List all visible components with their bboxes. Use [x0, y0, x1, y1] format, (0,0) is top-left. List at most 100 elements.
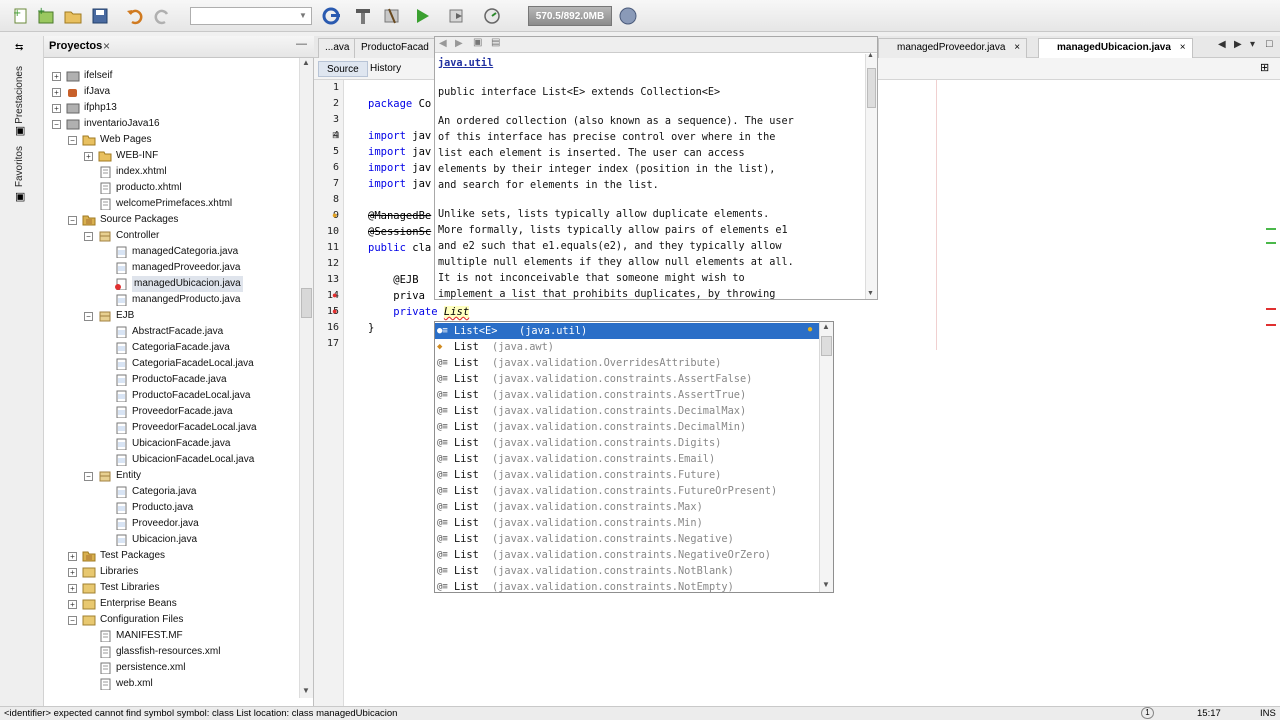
completion-item[interactable]: ●≡ List<E> (java.util): [435, 323, 821, 339]
scroll-down-icon[interactable]: ▼: [822, 580, 830, 589]
collapse-icon[interactable]: −: [52, 120, 61, 129]
expand-icon[interactable]: +: [52, 88, 61, 97]
completion-scrollbar[interactable]: ▲ ▼: [819, 322, 833, 592]
insert-mode[interactable]: INS: [1260, 707, 1276, 720]
completion-item[interactable]: @≡ List (javax.validation.constraints.Futu…: [435, 483, 821, 499]
expand-icon[interactable]: +: [84, 152, 93, 161]
gc-icon[interactable]: [617, 5, 639, 27]
tree-item[interactable]: producto.xhtml: [44, 180, 298, 196]
expand-icon[interactable]: +: [68, 584, 77, 593]
error-icon[interactable]: ●: [332, 290, 337, 300]
code-line[interactable]: package Co: [368, 98, 431, 110]
completion-item[interactable]: @≡ List (javax.validation.constraints.Max): [435, 499, 821, 515]
services-icon[interactable]: ⇆: [15, 42, 23, 53]
close-icon[interactable]: ×: [1180, 42, 1186, 53]
collapse-icon[interactable]: −: [84, 312, 93, 321]
history-button[interactable]: History: [362, 61, 409, 77]
javadoc-scrollbar[interactable]: ▲ ▼: [865, 52, 877, 299]
scroll-up-icon[interactable]: ▲: [302, 58, 310, 67]
tree-item[interactable]: + Test Packages: [44, 548, 298, 564]
scroll-down-icon[interactable]: ▼: [867, 290, 874, 297]
tree-item[interactable]: − inventarioJava16: [44, 116, 298, 132]
collapse-icon[interactable]: −: [68, 136, 77, 145]
window-icon[interactable]: ▣: [15, 124, 25, 137]
tabs-scroll-left-icon[interactable]: ◀: [1218, 39, 1226, 50]
code-line[interactable]: priva: [368, 290, 425, 302]
javadoc-package-link[interactable]: java.util: [438, 58, 493, 69]
code-line[interactable]: import jav: [368, 162, 431, 174]
expand-icon[interactable]: +: [52, 72, 61, 81]
tab-productofacade[interactable]: ProductoFacad: [354, 38, 436, 58]
close-icon[interactable]: ×: [1014, 42, 1020, 53]
forward-icon[interactable]: ▶: [455, 38, 463, 49]
tree-item[interactable]: web.xml: [44, 676, 298, 692]
scroll-up-icon[interactable]: ▲: [822, 322, 830, 331]
completion-item[interactable]: @≡ List (javax.validation.constraints.NotE…: [435, 579, 821, 595]
tree-item[interactable]: managedProveedor.java: [44, 260, 298, 276]
completion-item[interactable]: @≡ List (javax.validation.constraints.Deci…: [435, 403, 821, 419]
scroll-thumb[interactable]: [867, 68, 876, 108]
tree-item[interactable]: + WEB-INF: [44, 148, 298, 164]
tree-item[interactable]: + ifphp13: [44, 100, 298, 116]
collapse-icon[interactable]: −: [68, 616, 77, 625]
code-line[interactable]: import jav: [368, 130, 431, 142]
hint-icon[interactable]: ●: [332, 210, 337, 220]
completion-item[interactable]: @≡ List (javax.validation.constraints.NotB…: [435, 563, 821, 579]
tree-item[interactable]: CategoriaFacadeLocal.java: [44, 356, 298, 372]
tree-item[interactable]: ProveedorFacadeLocal.java: [44, 420, 298, 436]
tree-item[interactable]: + Enterprise Beans: [44, 596, 298, 612]
completion-item[interactable]: @≡ List (javax.validation.constraints.Min): [435, 515, 821, 531]
undo-icon[interactable]: [124, 5, 146, 27]
browser-icon[interactable]: [320, 5, 342, 27]
maximize-icon[interactable]: □: [1266, 38, 1273, 50]
save-all-icon[interactable]: [89, 5, 111, 27]
scroll-up-icon[interactable]: ▲: [867, 52, 874, 59]
tabs-list-icon[interactable]: ▾: [1250, 39, 1255, 50]
tree-item[interactable]: ProveedorFacade.java: [44, 404, 298, 420]
new-file-icon[interactable]: +: [10, 5, 32, 27]
tree-item[interactable]: − Configuration Files: [44, 612, 298, 628]
tree-item[interactable]: − Source Packages: [44, 212, 298, 228]
goto-source-icon[interactable]: ▤: [491, 37, 500, 48]
tab-managedproveedor[interactable]: managedProveedor.java ×: [878, 38, 1028, 58]
tree-item[interactable]: Producto.java: [44, 500, 298, 516]
tree-item[interactable]: + ifJava: [44, 84, 298, 100]
code-line[interactable]: @SessionSc: [368, 226, 431, 238]
memory-indicator[interactable]: 570.5/892.0MB: [528, 6, 612, 26]
code-line[interactable]: @EJB: [368, 274, 418, 286]
favorites-icon[interactable]: ▣: [15, 190, 25, 203]
tree-item[interactable]: AbstractFacade.java: [44, 324, 298, 340]
back-icon[interactable]: ◀: [439, 38, 447, 49]
project-tree-scrollbar[interactable]: ▲ ▼: [299, 58, 313, 698]
error-mark[interactable]: [1266, 324, 1276, 326]
tree-item[interactable]: + Test Libraries: [44, 580, 298, 596]
redo-icon[interactable]: [151, 5, 173, 27]
build-icon[interactable]: [352, 5, 374, 27]
source-button[interactable]: Source: [318, 61, 368, 77]
clean-build-icon[interactable]: [381, 5, 403, 27]
tree-item[interactable]: persistence.xml: [44, 660, 298, 676]
code-line[interactable]: import jav: [368, 146, 431, 158]
scroll-thumb[interactable]: [301, 288, 312, 318]
code-line[interactable]: @ManagedBe: [368, 210, 431, 222]
completion-item[interactable]: @≡ List (javax.validation.constraints.Asse…: [435, 387, 821, 403]
completion-item[interactable]: @≡ List (javax.validation.constraints.Nega…: [435, 547, 821, 563]
notifications-badge[interactable]: 1: [1141, 707, 1154, 719]
new-project-icon[interactable]: +: [35, 5, 57, 27]
minimize-icon[interactable]: —: [296, 38, 307, 50]
expand-icon[interactable]: +: [52, 104, 61, 113]
collapse-icon[interactable]: −: [68, 216, 77, 225]
tree-item[interactable]: Proveedor.java: [44, 516, 298, 532]
scroll-down-icon[interactable]: ▼: [302, 686, 310, 695]
favorites-tab[interactable]: Favoritos: [14, 146, 25, 187]
completion-item[interactable]: @≡ List (javax.validation.OverridesAttribu…: [435, 355, 821, 371]
tab-managedubicacion[interactable]: managedUbicacion.java ×: [1038, 38, 1193, 58]
tree-item[interactable]: managedUbicacion.java: [44, 276, 298, 292]
completion-item[interactable]: @≡ List (javax.validation.constraints.Asse…: [435, 371, 821, 387]
tree-item[interactable]: Ubicacion.java: [44, 532, 298, 548]
tree-item[interactable]: + ifelseif: [44, 68, 298, 84]
tree-item[interactable]: − Entity: [44, 468, 298, 484]
tree-item[interactable]: UbicacionFacade.java: [44, 436, 298, 452]
expand-icon[interactable]: +: [68, 552, 77, 561]
caret-position[interactable]: 15:17: [1197, 707, 1221, 720]
